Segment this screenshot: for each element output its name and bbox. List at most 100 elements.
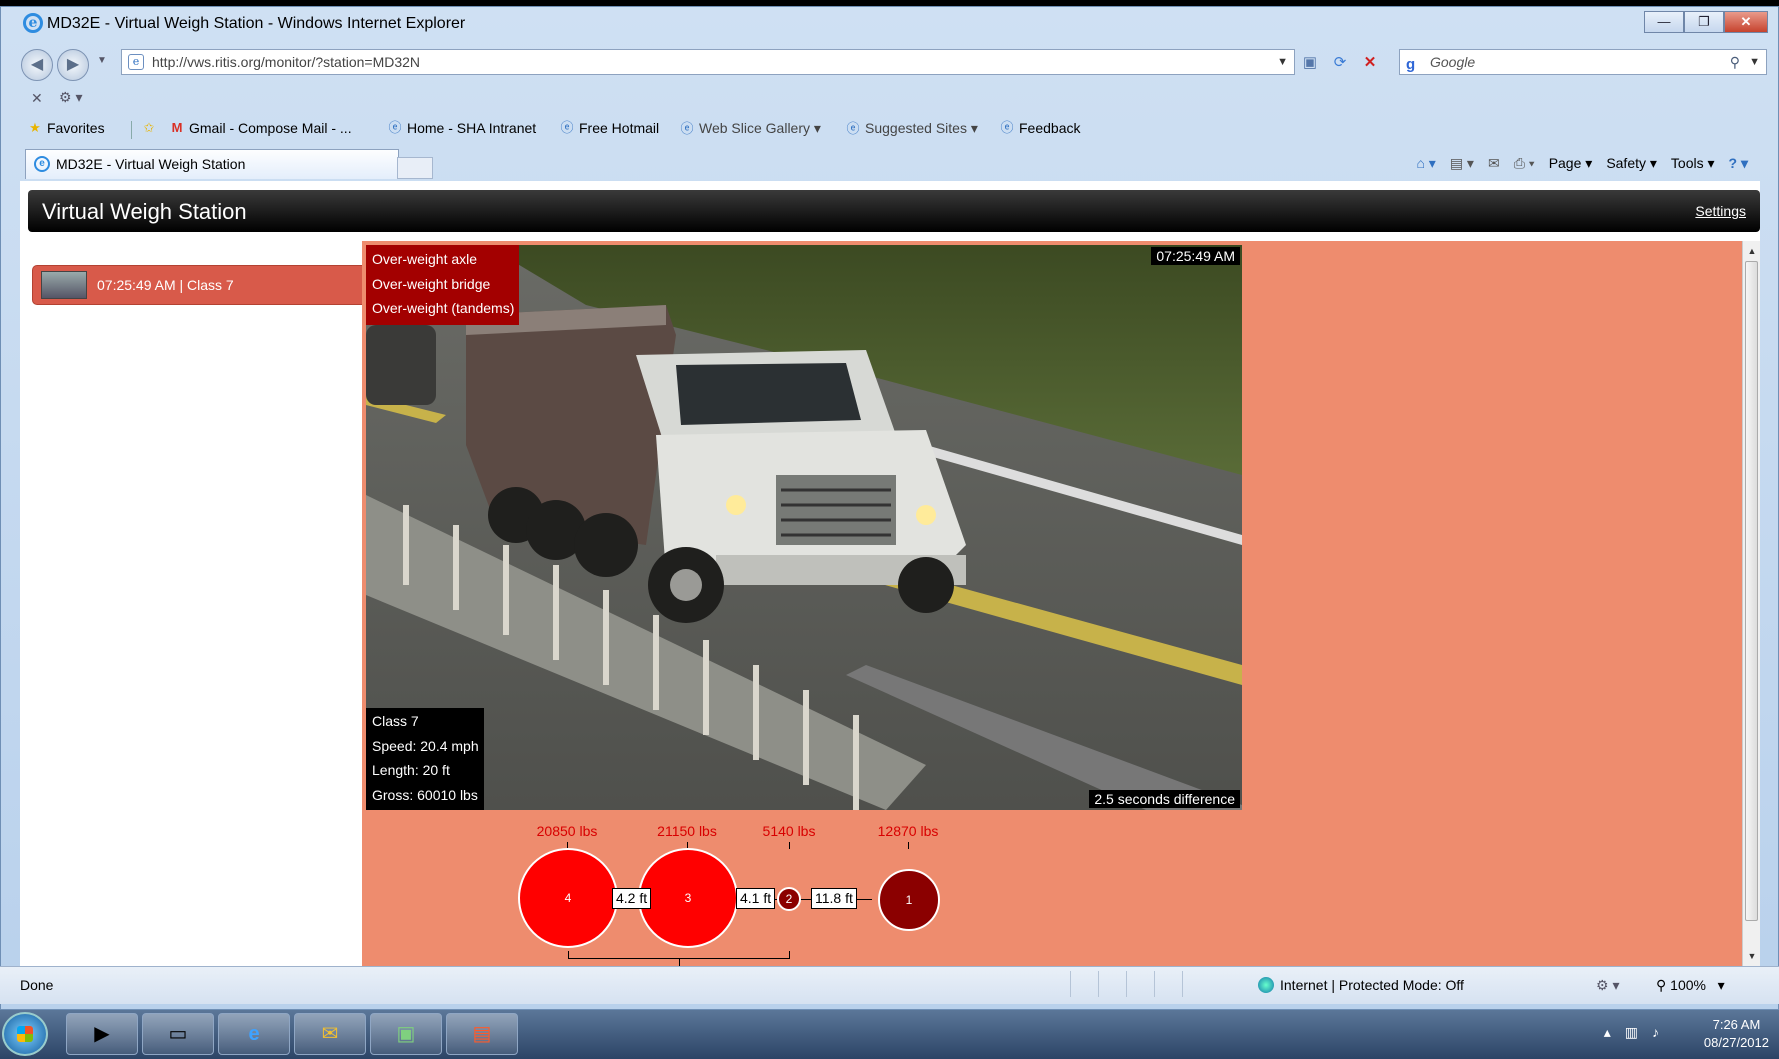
print-icon[interactable]: ⎙ ▾ <box>1514 155 1535 172</box>
page-menu[interactable]: Page ▾ <box>1549 155 1593 172</box>
favorite-sha-intranet[interactable]: ⓔ Home - SHA Intranet <box>387 120 536 136</box>
ie-logo-icon: e <box>23 13 43 33</box>
favorite-label: Feedback <box>1019 120 1081 136</box>
vehicle-speed: Speed: 20.4 mph <box>372 737 479 754</box>
image-timestamp: 07:25:49 AM <box>1151 247 1240 265</box>
security-zone[interactable]: Internet | Protected Mode: Off <box>1258 977 1464 993</box>
axle-weight-label: 21150 lbs <box>657 823 717 839</box>
tab-active[interactable]: e MD32E - Virtual Weigh Station <box>25 149 399 179</box>
help-icon[interactable]: ? ▾ <box>1729 155 1748 172</box>
violation-item: Over-weight axle <box>372 251 478 267</box>
page-icon: e <box>128 54 144 70</box>
scroll-thumb[interactable] <box>1745 261 1758 921</box>
status-bar: Done Internet | Protected Mode: Off ⚙ ▾ … <box>0 966 1779 1004</box>
axle-diagram: 20850 lbs 21150 lbs 5140 lbs 12870 lbs 4… <box>362 811 1742 966</box>
favorite-suggested-sites[interactable]: ⓔ Suggested Sites ▾ <box>845 120 977 137</box>
zoom-dropdown-icon: ▾ <box>1709 977 1725 993</box>
taskbar: ▶ ▭ e ✉ ▣ ▤ ▴ ▥ ♪ 7:26 AM 08/27/2012 <box>0 1010 1779 1059</box>
vehicle-length: Length: 20 ft <box>372 762 450 778</box>
outlook-icon[interactable]: ✉ <box>294 1013 366 1055</box>
search-dropdown-icon[interactable]: ▼ <box>1749 50 1760 74</box>
new-tab-button[interactable] <box>397 157 433 179</box>
favorite-web-slice-gallery[interactable]: ⓔ Web Slice Gallery ▾ <box>679 120 821 137</box>
scrollbar[interactable]: ▲ ▼ <box>1742 241 1760 966</box>
favorite-label: Web Slice Gallery ▾ <box>699 120 821 136</box>
weight-tick <box>789 842 790 849</box>
volume-icon[interactable]: ♪ <box>1652 1024 1659 1041</box>
add-favorite-icon: ✩ <box>143 120 155 135</box>
stop-icon[interactable]: ✕ <box>1359 53 1381 71</box>
time-difference: 2.5 seconds difference <box>1089 790 1240 808</box>
minimize-button[interactable]: — <box>1644 11 1684 33</box>
close-toolbar-icon[interactable]: ✕ <box>31 90 43 107</box>
add-favorite-button[interactable]: ✩ <box>141 120 157 136</box>
maximize-button[interactable]: ❐ <box>1684 11 1724 33</box>
ie-tab-icon: e <box>34 156 50 172</box>
axle-3: 3 <box>638 848 738 948</box>
favorite-label: Gmail - Compose Mail - ... <box>189 120 352 136</box>
forward-button[interactable]: ▶ <box>57 49 89 81</box>
tools-menu[interactable]: Tools ▾ <box>1671 155 1715 172</box>
toolbar-tool-icon[interactable]: ⚙ ▾ <box>59 89 82 106</box>
url-text: http://vws.ritis.org/monitor/?station=MD… <box>152 54 421 70</box>
tab-label: MD32E - Virtual Weigh Station <box>56 156 246 172</box>
star-icon: ★ <box>29 120 41 135</box>
axle-spacing: 11.8 ft <box>811 888 857 909</box>
address-bar[interactable]: e http://vws.ritis.org/monitor/?station=… <box>121 49 1295 75</box>
search-placeholder: Google <box>1430 54 1476 70</box>
file-explorer-icon[interactable]: ▭ <box>142 1013 214 1055</box>
feeds-icon[interactable]: ▤ ▾ <box>1450 155 1474 172</box>
window-controls: — ❐ ✕ <box>1644 11 1768 33</box>
start-button[interactable] <box>2 1012 48 1056</box>
scroll-up-icon[interactable]: ▲ <box>1744 243 1760 259</box>
axle-weight-label: 20850 lbs <box>536 823 598 839</box>
favorites-bar: ★ Favorites ✩ M Gmail - Compose Mail - .… <box>1 115 1778 143</box>
ie-page-icon: ⓔ <box>846 120 860 136</box>
powerpoint-icon[interactable]: ▤ <box>446 1013 518 1055</box>
clock-date: 08/27/2012 <box>1703 1035 1769 1050</box>
protected-mode-icon[interactable]: ⚙ ▾ <box>1596 977 1619 994</box>
axle-weight-label: 5140 lbs <box>762 823 816 839</box>
windows-logo-icon <box>17 1026 33 1042</box>
favorites-button[interactable]: ★ Favorites <box>27 120 104 136</box>
clock[interactable]: 7:26 AM 08/27/2012 <box>1704 1016 1769 1052</box>
axle-2: 2 <box>777 887 801 911</box>
google-icon: g <box>1406 56 1416 73</box>
mail-icon[interactable]: ✉ <box>1488 155 1500 172</box>
zoom-control[interactable]: ⚲ 100% ▾ <box>1656 977 1725 994</box>
address-dropdown-icon[interactable]: ▼ <box>1277 50 1288 74</box>
search-box[interactable]: g Google ⚲ ▼ <box>1399 49 1767 75</box>
event-list-item[interactable]: 07:25:49 AM | Class 7 <box>32 265 362 305</box>
tab-row: e MD32E - Virtual Weigh Station ⌂ ▾ ▤ ▾ … <box>1 147 1778 179</box>
status-text: Done <box>20 977 54 993</box>
back-button[interactable]: ◀ <box>21 49 53 81</box>
favorite-feedback[interactable]: ⓔ Feedback <box>999 120 1080 136</box>
clock-time: 7:26 AM <box>1712 1017 1761 1032</box>
event-thumbnail <box>41 271 87 299</box>
gmail-icon: M <box>171 120 183 135</box>
favorite-hotmail[interactable]: ⓔ Free Hotmail <box>559 120 659 136</box>
home-icon[interactable]: ⌂ ▾ <box>1416 155 1435 172</box>
compatibility-view-icon[interactable]: ▣ <box>1299 53 1321 71</box>
event-sidebar <box>20 241 362 968</box>
safety-menu[interactable]: Safety ▾ <box>1606 155 1657 172</box>
app-title: Virtual Weigh Station <box>42 199 247 224</box>
history-dropdown-icon[interactable]: ▼ <box>97 55 107 66</box>
violations-box: Over-weight axle Over-weight bridge Over… <box>366 245 520 325</box>
media-player-icon[interactable]: ▶ <box>66 1013 138 1055</box>
refresh-icon[interactable]: ⟳ <box>1329 53 1351 71</box>
show-hidden-icons-icon[interactable]: ▴ <box>1604 1024 1611 1041</box>
close-button[interactable]: ✕ <box>1724 11 1768 33</box>
scroll-down-icon[interactable]: ▼ <box>1744 948 1760 964</box>
monitor-app-icon[interactable]: ▣ <box>370 1013 442 1055</box>
search-icon[interactable]: ⚲ <box>1730 50 1740 74</box>
internet-explorer-icon[interactable]: e <box>218 1013 290 1055</box>
network-icon[interactable]: ▥ <box>1625 1024 1638 1041</box>
favorite-gmail[interactable]: M Gmail - Compose Mail - ... <box>169 120 352 136</box>
vehicle-stats: Class 7 Speed: 20.4 mph Length: 20 ft Gr… <box>366 708 484 810</box>
weight-tick <box>908 842 909 849</box>
ie-page-icon: ⓔ <box>560 120 574 135</box>
settings-link[interactable]: Settings <box>1695 203 1746 219</box>
tandem-group-bracket <box>568 951 790 959</box>
favorite-label: Home - SHA Intranet <box>407 120 537 136</box>
